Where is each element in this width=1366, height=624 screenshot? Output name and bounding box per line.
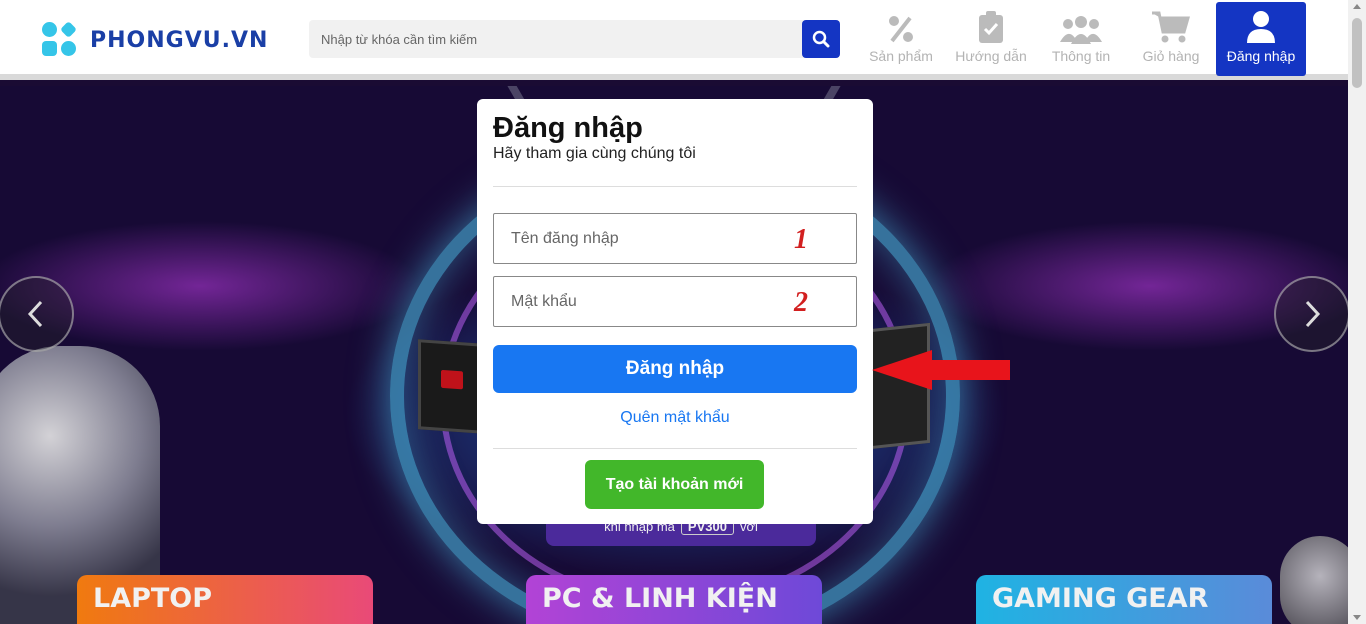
site-header: PHONGVU.VN Sản phẩm Hướng dẫn Thông tin … <box>0 0 1348 80</box>
divider <box>493 186 857 187</box>
cart-icon <box>1152 11 1190 43</box>
create-account-button[interactable]: Tạo tài khoản mới <box>585 460 764 509</box>
login-submit-button[interactable]: Đăng nhập <box>493 345 857 393</box>
site-logo[interactable]: PHONGVU.VN <box>42 21 269 58</box>
scroll-up-arrow-icon[interactable] <box>1353 4 1361 9</box>
search-icon <box>812 30 830 48</box>
search-box <box>309 20 840 58</box>
logo-text: PHONGVU.VN <box>90 27 269 53</box>
nav-label: Hướng dẫn <box>955 48 1027 64</box>
category-label: GAMING GEAR <box>992 583 1209 614</box>
percent-icon <box>889 16 913 43</box>
divider <box>493 448 857 449</box>
scrollbar-thumb[interactable] <box>1352 18 1362 88</box>
search-button[interactable] <box>802 20 840 58</box>
login-modal: Đăng nhập Hãy tham gia cùng chúng tôi 1 … <box>477 99 873 524</box>
carousel-prev-button[interactable] <box>0 276 74 352</box>
annotation-red-arrow-icon <box>872 350 1010 390</box>
category-label: PC & LINH KIỆN <box>542 583 778 614</box>
nav-label: Đăng nhập <box>1226 48 1296 64</box>
annotation-marker-2: 2 <box>794 287 808 318</box>
username-field-wrapper: 1 <box>493 213 857 264</box>
page-scrollbar[interactable] <box>1348 0 1366 624</box>
users-icon <box>1060 16 1102 44</box>
forgot-password-link[interactable]: Quên mật khẩu <box>477 409 873 427</box>
nav-label: Giỏ hàng <box>1142 48 1200 64</box>
chevron-left-icon <box>27 300 43 328</box>
scroll-down-arrow-icon[interactable] <box>1353 615 1361 620</box>
category-gaming-gear[interactable]: GAMING GEAR <box>976 575 1272 624</box>
modal-title: Đăng nhập <box>493 112 643 144</box>
carousel-next-button[interactable] <box>1274 276 1350 352</box>
logo-mark-icon <box>42 21 78 58</box>
category-label: LAPTOP <box>93 583 213 614</box>
password-field-wrapper: 2 <box>493 276 857 327</box>
nav-login[interactable]: Đăng nhập <box>1216 2 1306 76</box>
nav-products[interactable]: Sản phẩm <box>856 2 946 76</box>
user-icon <box>1247 11 1275 43</box>
chevron-right-icon <box>1305 300 1321 328</box>
search-input[interactable] <box>309 20 789 58</box>
astronaut-image-right <box>1280 536 1348 624</box>
nav-cart[interactable]: Giỏ hàng <box>1126 2 1216 76</box>
modal-subtitle: Hãy tham gia cùng chúng tôi <box>493 145 696 162</box>
annotation-marker-1: 1 <box>794 224 808 255</box>
nav-label: Sản phẩm <box>869 48 933 64</box>
nav-guide[interactable]: Hướng dẫn <box>946 2 1036 76</box>
category-laptop[interactable]: LAPTOP <box>77 575 373 624</box>
nav-info[interactable]: Thông tin <box>1036 2 1126 76</box>
clipboard-check-icon <box>979 11 1003 43</box>
nav-label: Thông tin <box>1051 48 1111 64</box>
category-pc[interactable]: PC & LINH KIỆN <box>526 575 822 624</box>
